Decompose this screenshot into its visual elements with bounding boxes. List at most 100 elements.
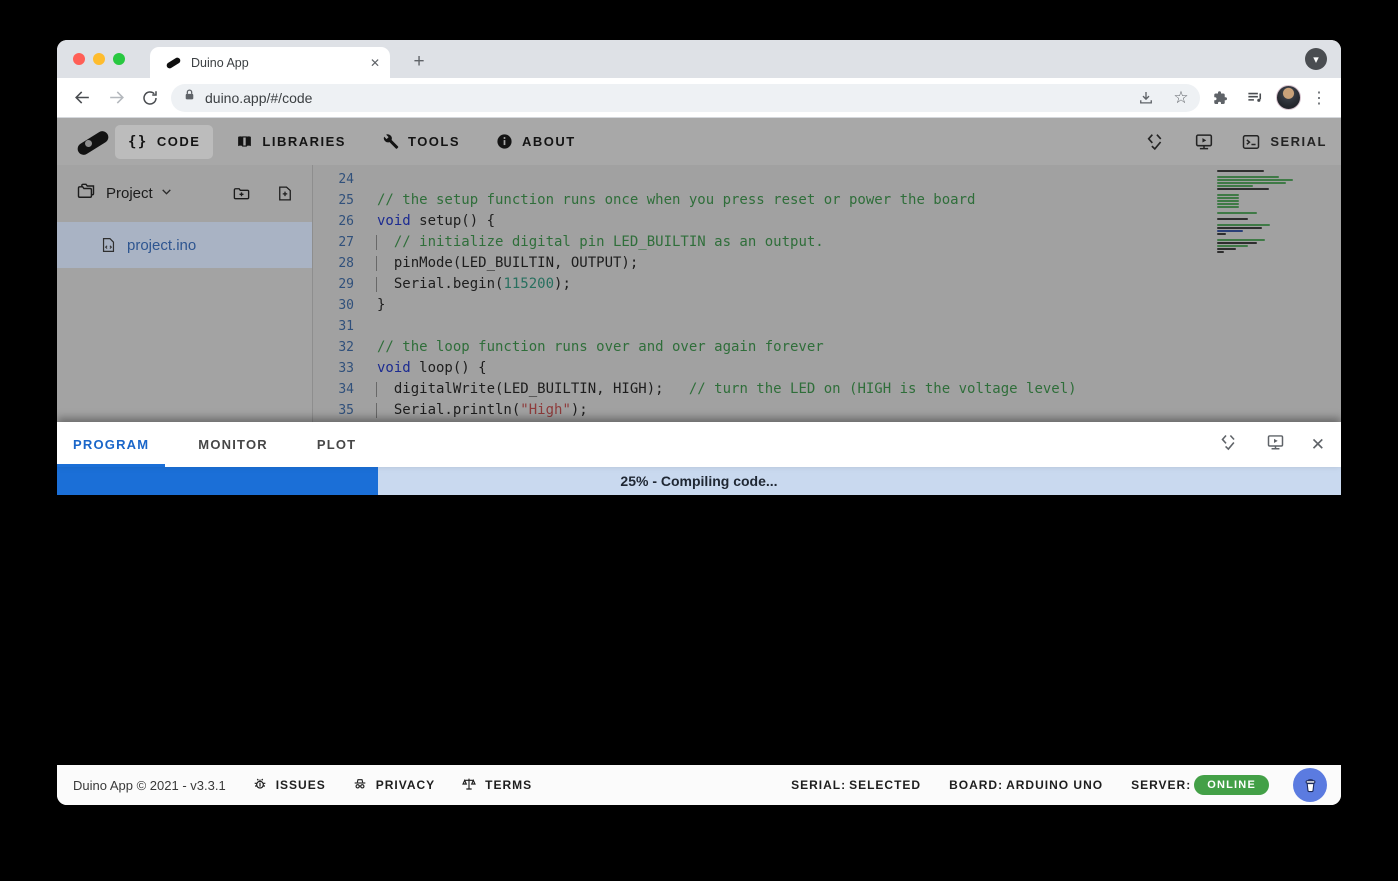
bookmark-star-icon[interactable]: ☆ xyxy=(1168,85,1194,111)
progress-fill xyxy=(57,467,378,495)
close-panel-icon[interactable]: ✕ xyxy=(1311,435,1325,455)
code-line[interactable]: 25// the setup function runs once when y… xyxy=(313,190,1341,211)
profile-avatar[interactable] xyxy=(1276,85,1301,110)
tab-monitor[interactable]: MONITOR xyxy=(182,422,284,467)
back-icon[interactable] xyxy=(69,85,95,111)
url-field[interactable]: duino.app/#/code ☆ xyxy=(171,84,1200,112)
code-line[interactable]: 30} xyxy=(313,295,1341,316)
code-line[interactable]: 24 xyxy=(313,169,1341,190)
info-icon xyxy=(496,133,513,150)
status-footer: Duino App © 2021 - v3.3.1 ISSUES PRIVACY… xyxy=(57,765,1341,805)
book-icon xyxy=(236,133,253,150)
bug-icon xyxy=(252,776,268,795)
tab-search-icon[interactable]: ▾ xyxy=(1305,48,1327,70)
address-bar: duino.app/#/code ☆ ⋮ xyxy=(57,78,1341,118)
tab-title: Duino App xyxy=(191,56,361,70)
code-line[interactable]: 32// the loop function runs over and ove… xyxy=(313,337,1341,358)
close-window-button[interactable] xyxy=(73,53,85,65)
nav-code-button[interactable]: {} CODE xyxy=(115,125,213,159)
forward-icon[interactable] xyxy=(103,85,129,111)
minimize-window-button[interactable] xyxy=(93,53,105,65)
copyright-text: Duino App © 2021 - v3.3.1 xyxy=(73,778,226,793)
serial-status-value: SELECTED xyxy=(849,778,921,792)
panel-upload-run-icon[interactable] xyxy=(1265,432,1286,458)
incognito-icon xyxy=(352,776,368,795)
serial-label: SERIAL xyxy=(1270,134,1327,149)
issues-link[interactable]: ISSUES xyxy=(252,776,326,795)
nav-tools-button[interactable]: TOOLS xyxy=(369,124,473,159)
board-status-key: BOARD: xyxy=(949,778,1003,792)
code-editor[interactable]: 2425// the setup function runs once when… xyxy=(313,165,1341,422)
nav-libraries-button[interactable]: LIBRARIES xyxy=(223,124,359,159)
project-chevron-icon[interactable] xyxy=(160,185,173,203)
main-area: Project project.ino 2425// the setup f xyxy=(57,165,1341,422)
close-tab-icon[interactable]: ✕ xyxy=(370,56,380,70)
privacy-link[interactable]: PRIVACY xyxy=(352,776,435,795)
code-line[interactable]: 34 digitalWrite(LED_BUILTIN, HIGH); // t… xyxy=(313,379,1341,400)
code-line[interactable]: 35 Serial.println("High"); xyxy=(313,400,1341,421)
code-line[interactable]: 33void loop() { xyxy=(313,358,1341,379)
window-controls xyxy=(73,53,125,65)
serial-button[interactable]: SERIAL xyxy=(1241,132,1327,152)
new-file-button[interactable] xyxy=(276,184,294,203)
maximize-window-button[interactable] xyxy=(113,53,125,65)
code-line[interactable]: 27 // initialize digital pin LED_BUILTIN… xyxy=(313,232,1341,253)
code-file-icon xyxy=(100,236,117,254)
extensions-puzzle-icon[interactable] xyxy=(1208,85,1234,111)
issues-label: ISSUES xyxy=(276,778,326,792)
tab-plot[interactable]: PLOT xyxy=(301,422,372,467)
nav-tools-label: TOOLS xyxy=(408,134,460,149)
file-item-project-ino[interactable]: project.ino xyxy=(57,222,312,268)
nav-about-button[interactable]: ABOUT xyxy=(483,124,589,159)
donate-coffee-button[interactable] xyxy=(1293,768,1327,802)
tab-program-label: PROGRAM xyxy=(73,437,149,452)
duino-logo[interactable] xyxy=(71,127,115,157)
braces-icon: {} xyxy=(128,134,148,150)
browser-tabstrip: Duino App ✕ + ▾ xyxy=(57,40,1341,78)
server-status-key: SERVER: xyxy=(1131,778,1191,792)
upload-run-icon[interactable] xyxy=(1193,131,1215,153)
nav-code-label: CODE xyxy=(157,134,201,149)
secure-lock-icon xyxy=(183,88,196,107)
program-output-area[interactable] xyxy=(57,495,1341,765)
nav-libraries-label: LIBRARIES xyxy=(262,134,346,149)
code-line[interactable]: 28 pinMode(LED_BUILTIN, OUTPUT); xyxy=(313,253,1341,274)
nav-about-label: ABOUT xyxy=(522,134,576,149)
tab-monitor-label: MONITOR xyxy=(198,437,268,452)
code-line[interactable]: 26void setup() { xyxy=(313,211,1341,232)
sidebar-header: Project xyxy=(57,165,312,222)
scales-icon xyxy=(461,776,477,795)
serial-status: SERIAL: SELECTED xyxy=(791,778,921,792)
reload-icon[interactable] xyxy=(137,85,163,111)
panel-verify-code-icon[interactable] xyxy=(1219,432,1240,458)
download-icon[interactable] xyxy=(1133,85,1159,111)
media-controls-icon[interactable] xyxy=(1242,85,1268,111)
code-line[interactable]: 29 Serial.begin(115200); xyxy=(313,274,1341,295)
code-lines: 2425// the setup function runs once when… xyxy=(313,169,1341,421)
project-dropdown-label[interactable]: Project xyxy=(106,185,153,202)
serial-status-key: SERIAL: xyxy=(791,778,846,792)
browser-menu-icon[interactable]: ⋮ xyxy=(1309,88,1329,108)
editor-minimap[interactable] xyxy=(1217,170,1303,253)
browser-tab[interactable]: Duino App ✕ xyxy=(150,47,390,78)
url-text[interactable]: duino.app/#/code xyxy=(205,90,1124,106)
new-tab-button[interactable]: + xyxy=(405,48,433,76)
browser-window: Duino App ✕ + ▾ duino.app/#/code ☆ xyxy=(57,40,1341,805)
tab-program[interactable]: PROGRAM xyxy=(57,422,165,467)
server-status: SERVER: ONLINE xyxy=(1131,775,1269,795)
terms-link[interactable]: TERMS xyxy=(461,776,532,795)
folders-icon xyxy=(75,181,97,206)
duino-favicon-icon xyxy=(164,57,182,69)
tab-plot-label: PLOT xyxy=(317,437,356,452)
server-online-badge: ONLINE xyxy=(1194,775,1269,795)
project-sidebar: Project project.ino xyxy=(57,165,313,422)
board-status: BOARD: ARDUINO UNO xyxy=(949,778,1103,792)
terminal-icon xyxy=(1241,132,1261,152)
wrench-icon xyxy=(382,133,399,150)
app-toolbar: {} CODE LIBRARIES TOOLS ABOUT xyxy=(57,118,1341,165)
file-name: project.ino xyxy=(127,237,196,254)
board-status-value: ARDUINO UNO xyxy=(1006,778,1103,792)
code-line[interactable]: 31 xyxy=(313,316,1341,337)
new-folder-button[interactable] xyxy=(231,184,252,203)
verify-code-icon[interactable] xyxy=(1145,131,1167,153)
